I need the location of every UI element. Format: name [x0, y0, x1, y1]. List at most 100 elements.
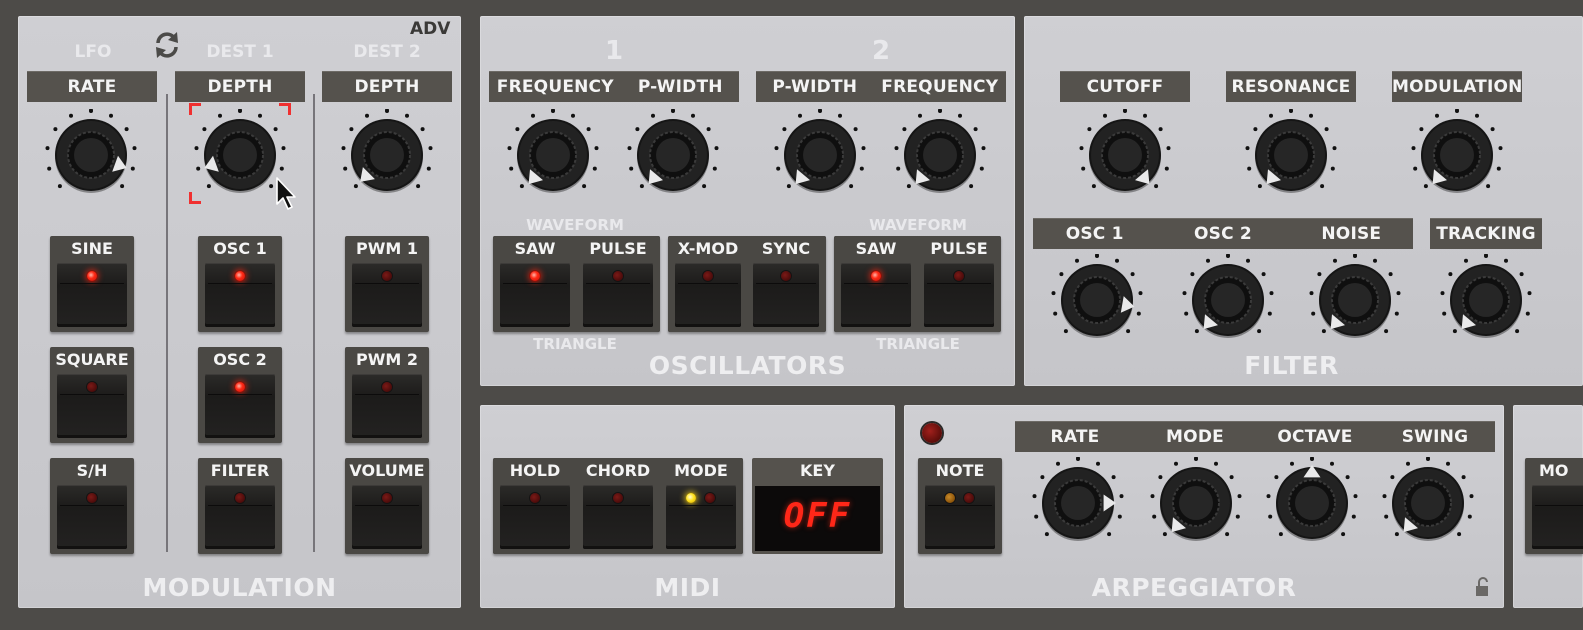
midi-hold-button[interactable]: HOLD	[493, 458, 577, 554]
led-indicator	[613, 271, 623, 281]
button-cap	[753, 263, 819, 327]
led-indicator	[87, 382, 97, 392]
led-indicator	[87, 493, 97, 503]
button-cap	[205, 374, 275, 438]
modulation-divider	[313, 94, 315, 552]
arpeggiator-note-button[interactable]: NOTE	[918, 458, 1002, 554]
button-cap	[57, 263, 127, 327]
osc2-waveform-label: WAVEFORM	[869, 216, 967, 234]
led-indicator	[382, 382, 392, 392]
mouse-cursor-icon	[275, 177, 299, 213]
filter-modulation-knob[interactable]	[1411, 109, 1503, 201]
lfo-rate-header: RATE	[27, 71, 157, 102]
dest2-depth-knob[interactable]	[341, 109, 433, 201]
arpeggiator-header: RATE MODE OCTAVE SWING	[1015, 421, 1495, 452]
arpeggiator-power-led[interactable]	[922, 423, 942, 443]
sync-button[interactable]: SYNC	[746, 236, 826, 332]
filter-osc2-level-knob[interactable]	[1182, 254, 1274, 346]
selection-corner	[279, 103, 291, 115]
dest2-column-label: DEST 2	[353, 42, 421, 62]
dest1-depth-header: DEPTH	[175, 71, 305, 102]
button-cap	[500, 263, 570, 327]
midi-mode-button[interactable]: MODE	[659, 458, 743, 554]
osc1-saw-button[interactable]: SAW	[493, 236, 577, 332]
button-cap	[57, 485, 127, 549]
button-cap	[925, 485, 995, 549]
lfo-sine-button[interactable]: SINE	[50, 236, 134, 332]
osc2-saw-button[interactable]: SAW	[834, 236, 918, 332]
button-cap	[205, 263, 275, 327]
modulation-title: MODULATION	[142, 573, 337, 602]
osc1-waveform-label: WAVEFORM	[526, 216, 624, 234]
dest2-volume-button[interactable]: VOLUME	[345, 458, 429, 554]
led-indicator	[964, 493, 974, 503]
filter-noise-level-knob[interactable]	[1309, 254, 1401, 346]
dest1-column-label: DEST 1	[206, 42, 274, 62]
osc2-number: 2	[871, 36, 891, 66]
selection-corner	[189, 192, 201, 204]
arpeggiator-swing-knob[interactable]	[1382, 457, 1474, 549]
button-cap	[205, 485, 275, 549]
midi-key-display[interactable]: KEY OFF	[752, 458, 883, 554]
osc2-pwidth-knob[interactable]	[774, 109, 866, 201]
lfo-square-button[interactable]: SQUARE	[50, 347, 134, 443]
dest1-osc1-button[interactable]: OSC 1	[198, 236, 282, 332]
osc2-frequency-knob[interactable]	[894, 109, 986, 201]
led-indicator	[703, 271, 713, 281]
arpeggiator-rate-knob[interactable]	[1032, 457, 1124, 549]
button-cap	[841, 263, 911, 327]
osc1-header: FREQUENCY P-WIDTH	[489, 71, 739, 102]
dest2-depth-header: DEPTH	[322, 71, 452, 102]
led-indicator	[235, 493, 245, 503]
led-indicator	[954, 271, 964, 281]
led-indicator	[530, 493, 540, 503]
lfo-sh-button[interactable]: S/H	[50, 458, 134, 554]
filter-resonance-header: RESONANCE	[1226, 71, 1356, 102]
led-indicator	[705, 493, 715, 503]
xmod-button[interactable]: X-MOD	[668, 236, 748, 332]
filter-mixer-header: OSC 1 OSC 2 NOISE	[1033, 218, 1413, 249]
button-cap	[1532, 485, 1583, 549]
filter-osc1-level-knob[interactable]	[1051, 254, 1143, 346]
button-cap	[352, 485, 422, 549]
button-cap	[666, 485, 736, 549]
filter-title: FILTER	[1244, 351, 1339, 380]
dest2-pwm2-button[interactable]: PWM 2	[345, 347, 429, 443]
osc2-pulse-button[interactable]: PULSE	[917, 236, 1001, 332]
led-indicator	[530, 271, 540, 281]
filter-tracking-header: TRACKING	[1430, 218, 1542, 249]
lfo-rate-knob[interactable]	[45, 109, 137, 201]
arpeggiator-octave-knob[interactable]	[1266, 457, 1358, 549]
arpeggiator-mode-knob[interactable]	[1150, 457, 1242, 549]
filter-cutoff-header: CUTOFF	[1060, 71, 1190, 102]
filter-tracking-knob[interactable]	[1440, 254, 1532, 346]
filter-cutoff-knob[interactable]	[1079, 109, 1171, 201]
osc2-header: P-WIDTH FREQUENCY	[756, 71, 1006, 102]
partial-mode-button[interactable]: MO	[1525, 458, 1583, 554]
sync-icon[interactable]	[150, 28, 184, 62]
arpeggiator-title: ARPEGGIATOR	[1091, 573, 1297, 602]
led-indicator	[382, 493, 392, 503]
osc1-pulse-button[interactable]: PULSE	[576, 236, 660, 332]
dest1-depth-knob[interactable]	[194, 109, 286, 201]
osc1-frequency-knob[interactable]	[507, 109, 599, 201]
dest1-osc2-button[interactable]: OSC 2	[198, 347, 282, 443]
led-indicator	[382, 271, 392, 281]
led-indicator	[871, 271, 881, 281]
key-display-screen: OFF	[755, 486, 880, 551]
osc1-number: 1	[604, 36, 624, 66]
filter-resonance-knob[interactable]	[1245, 109, 1337, 201]
oscillators-title: OSCILLATORS	[648, 351, 847, 380]
midi-chord-button[interactable]: CHORD	[576, 458, 660, 554]
adv-button[interactable]: ADV	[410, 19, 450, 39]
led-indicator	[235, 382, 245, 392]
led-indicator	[235, 271, 245, 281]
button-cap	[583, 263, 653, 327]
osc1-pwidth-knob[interactable]	[627, 109, 719, 201]
button-cap	[500, 485, 570, 549]
button-cap	[352, 374, 422, 438]
dest2-pwm1-button[interactable]: PWM 1	[345, 236, 429, 332]
button-cap	[924, 263, 994, 327]
button-cap	[675, 263, 741, 327]
dest1-filter-button[interactable]: FILTER	[198, 458, 282, 554]
